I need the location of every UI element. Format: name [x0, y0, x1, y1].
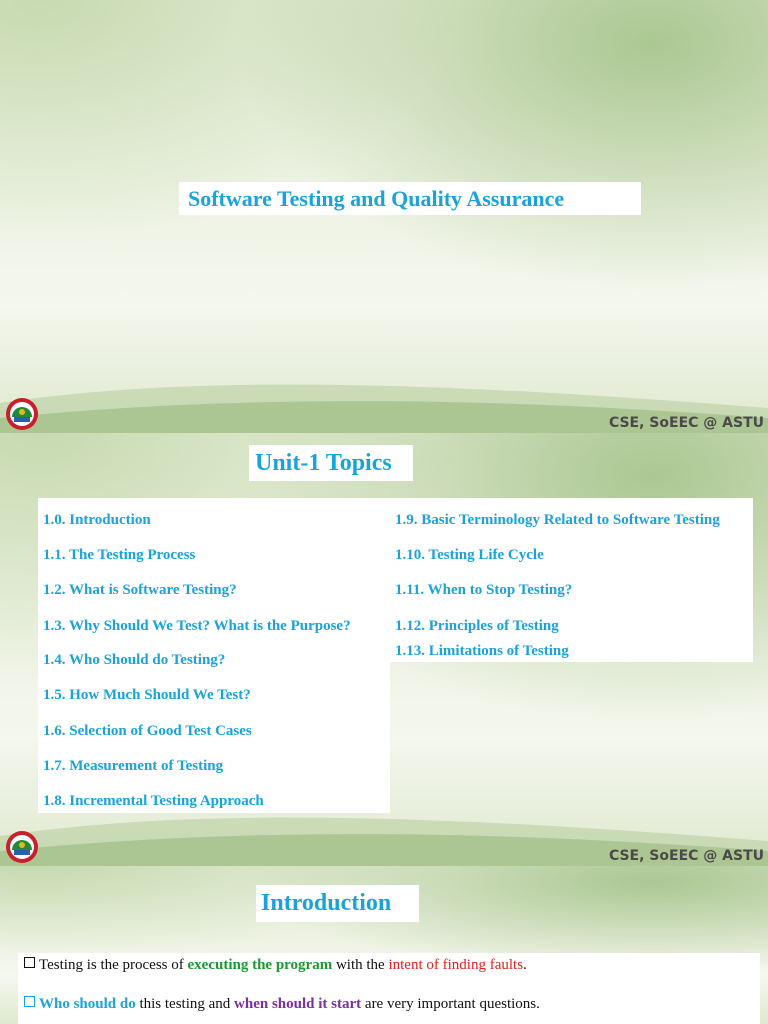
topic-item: 1.6. Selection of Good Test Cases	[43, 723, 252, 739]
bullet-text: Testing is the process of	[39, 957, 188, 973]
introduction-content: Testing is the process of executing the …	[18, 953, 760, 1024]
topic-item: 1.0. Introduction	[43, 512, 151, 528]
topic-item: 1.5. How Much Should We Test?	[43, 687, 251, 703]
footer-text: CSE, SoEEC @ ASTU	[608, 415, 764, 431]
slide-topics: Unit-1 Topics 1.0. Introduction 1.1. The…	[0, 433, 768, 866]
topic-item: 1.7. Measurement of Testing	[43, 758, 224, 774]
topics-list-right: 1.9. Basic Terminology Related to Softwa…	[390, 498, 753, 662]
topic-item: 1.13. Limitations of Testing	[395, 643, 569, 659]
topic-item: 1.10. Testing Life Cycle	[395, 547, 544, 563]
bullet-emphasis: when should it start	[234, 996, 362, 1012]
university-seal-icon	[6, 831, 38, 863]
bullet-emphasis: intent of finding faults	[388, 957, 524, 973]
university-seal-icon	[6, 398, 38, 430]
bullet-emphasis: Who should do	[39, 996, 136, 1012]
square-bullet-icon	[24, 996, 35, 1007]
slide-introduction-heading: Introduction	[256, 885, 419, 922]
bullet-item: Testing is the process of executing the …	[24, 957, 527, 974]
topic-item: 1.2. What is Software Testing?	[43, 582, 237, 598]
slide-introduction: Introduction Testing is the process of e…	[0, 866, 768, 1024]
bullet-text: .	[523, 957, 527, 973]
bullet-item: Who should do this testing and when shou…	[24, 996, 540, 1013]
bullet-text: this testing and	[135, 996, 235, 1012]
topics-list-left: 1.0. Introduction 1.1. The Testing Proce…	[38, 498, 390, 813]
topic-item: 1.1. The Testing Process	[43, 547, 196, 563]
topic-item: 1.11. When to Stop Testing?	[395, 582, 573, 598]
square-bullet-icon	[24, 957, 35, 968]
footer-text: CSE, SoEEC @ ASTU	[608, 848, 764, 864]
document-page: Software Testing and Quality Assurance C…	[0, 0, 768, 1024]
slide-title-heading: Software Testing and Quality Assurance	[179, 182, 641, 215]
topic-item: 1.9. Basic Terminology Related to Softwa…	[395, 512, 720, 528]
bullet-emphasis: executing the program	[187, 957, 333, 973]
bullet-text: with the	[332, 957, 389, 973]
topic-item: 1.12. Principles of Testing	[395, 618, 559, 634]
slide-topics-heading: Unit-1 Topics	[249, 445, 413, 481]
topic-item: 1.3. Why Should We Test? What is the Pur…	[43, 618, 351, 634]
slide-title: Software Testing and Quality Assurance C…	[0, 0, 768, 433]
bullet-text: are very important questions.	[361, 996, 540, 1012]
topic-item: 1.4. Who Should do Testing?	[43, 652, 226, 668]
